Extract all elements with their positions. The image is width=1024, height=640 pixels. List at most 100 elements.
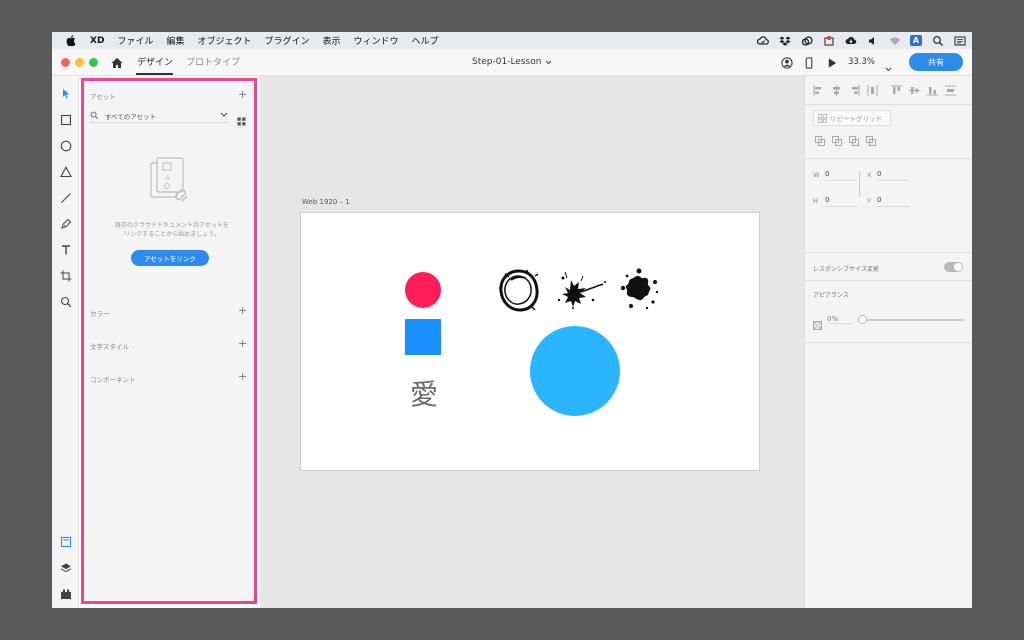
chevron-down-icon xyxy=(546,60,552,64)
assets-panel-icon[interactable] xyxy=(59,535,72,548)
pink-circle-shape[interactable] xyxy=(405,272,441,308)
pen-tool-icon[interactable] xyxy=(59,217,72,230)
menu-help[interactable]: ヘルプ xyxy=(412,34,439,47)
x-field[interactable]: 0 xyxy=(877,170,909,181)
boolean-exclude-icon[interactable] xyxy=(866,136,876,146)
add-component-plus-icon[interactable]: + xyxy=(238,371,247,382)
spotlight-search-icon[interactable] xyxy=(931,35,944,47)
design-canvas[interactable]: Web 1920 – 1 愛 xyxy=(260,76,804,608)
align-middle-icon[interactable] xyxy=(909,85,920,96)
blue-square-shape[interactable] xyxy=(405,319,441,355)
distribute-vertical-icon[interactable] xyxy=(945,85,956,96)
menu-app-xd[interactable]: XD xyxy=(90,36,104,46)
opacity-field[interactable]: 0% xyxy=(827,315,853,324)
apple-icon[interactable] xyxy=(64,34,78,48)
input-source-icon[interactable]: A xyxy=(910,35,922,46)
line-tool-icon[interactable] xyxy=(59,191,72,204)
artboard-name[interactable]: Web 1920 – 1 xyxy=(302,198,350,206)
menu-window[interactable]: ウィンドウ xyxy=(354,34,399,47)
distribute-horizontal-icon[interactable] xyxy=(867,85,878,96)
tool-bar xyxy=(52,76,79,608)
device-preview-icon[interactable] xyxy=(802,56,815,69)
ink-ring-brush-graphic[interactable] xyxy=(497,268,541,314)
large-blue-circle-shape[interactable] xyxy=(530,326,620,416)
kanji-text-layer[interactable]: 愛 xyxy=(406,373,442,413)
monitor-alert-icon[interactable] xyxy=(822,35,835,47)
align-left-icon[interactable] xyxy=(813,85,824,96)
align-bottom-icon[interactable] xyxy=(927,85,938,96)
play-preview-icon[interactable] xyxy=(825,56,838,69)
artboard[interactable]: 愛 xyxy=(300,212,760,471)
user-account-icon[interactable] xyxy=(780,56,793,69)
inspector-divider xyxy=(805,342,972,343)
align-top-icon[interactable] xyxy=(891,85,902,96)
align-center-horizontal-icon[interactable] xyxy=(831,85,842,96)
add-color-plus-icon[interactable]: + xyxy=(238,305,247,316)
menu-edit[interactable]: 編集 xyxy=(166,34,184,47)
search-icon xyxy=(90,111,99,120)
document-title-menu[interactable]: Step-01-Lesson xyxy=(472,57,552,67)
y-field[interactable]: 0 xyxy=(877,196,909,207)
width-field[interactable]: 0 xyxy=(825,170,857,181)
tab-design[interactable]: デザイン xyxy=(137,55,173,68)
zoom-level[interactable]: 33.3% xyxy=(848,57,875,67)
assets-panel: アセット + すべてのアセット A 既存のクラウドドキュメントのアセットを リン… xyxy=(81,78,257,604)
boolean-subtract-icon[interactable] xyxy=(832,136,842,146)
opacity-slider-handle[interactable] xyxy=(858,315,867,324)
ink-splatter-graphic[interactable] xyxy=(553,270,609,312)
cloud-download-icon[interactable] xyxy=(844,35,857,47)
align-right-icon[interactable] xyxy=(849,85,860,96)
assets-search-input[interactable]: すべてのアセット xyxy=(90,109,228,123)
menu-file[interactable]: ファイル xyxy=(117,34,153,47)
menu-object[interactable]: オブジェクト xyxy=(197,34,251,47)
boolean-add-icon[interactable] xyxy=(815,136,825,146)
opacity-slider-track[interactable] xyxy=(860,319,963,321)
polygon-tool-icon[interactable] xyxy=(59,165,72,178)
responsive-resize-toggle[interactable] xyxy=(944,262,963,272)
link-assets-button[interactable]: アセットをリンク xyxy=(131,250,209,266)
section-components: コンポーネント xyxy=(90,376,136,384)
add-asset-plus-icon[interactable]: + xyxy=(238,89,247,100)
add-character-style-plus-icon[interactable]: + xyxy=(238,338,247,349)
repeat-grid-button[interactable]: リピートグリッド xyxy=(813,110,891,126)
wifi-icon[interactable] xyxy=(888,35,901,47)
select-tool-icon[interactable] xyxy=(59,87,72,100)
layers-panel-icon[interactable] xyxy=(59,561,72,574)
zoom-chevron-down-icon[interactable] xyxy=(885,57,892,76)
ink-blot-graphic[interactable] xyxy=(617,268,661,312)
section-character-styles: 文字スタイル xyxy=(90,343,129,351)
boolean-intersect-icon[interactable] xyxy=(849,136,859,146)
volume-icon[interactable] xyxy=(866,35,879,47)
close-window-button[interactable] xyxy=(61,58,70,67)
tab-prototype[interactable]: プロトタイプ xyxy=(186,55,240,68)
repeat-grid-icon xyxy=(818,114,827,123)
linked-documents-illustration-icon: A xyxy=(148,157,194,209)
filter-chevron-down-icon[interactable] xyxy=(220,112,228,118)
inspector-divider xyxy=(805,104,972,105)
zoom-tool-icon[interactable] xyxy=(59,295,72,308)
home-icon[interactable] xyxy=(110,55,124,69)
grid-view-icon[interactable] xyxy=(237,111,246,126)
align-toolbar xyxy=(813,85,963,96)
menu-plugins[interactable]: プラグイン xyxy=(264,34,309,47)
section-colors: カラー xyxy=(90,310,110,318)
zoom-window-button[interactable] xyxy=(89,58,98,67)
minimize-window-button[interactable] xyxy=(75,58,84,67)
ellipse-tool-icon[interactable] xyxy=(59,139,72,152)
artboard-tool-icon[interactable] xyxy=(59,269,72,282)
rectangle-tool-icon[interactable] xyxy=(59,113,72,126)
plugins-panel-icon[interactable] xyxy=(59,587,72,600)
responsive-resize-label: レスポンシブサイズ変更 xyxy=(813,266,879,273)
y-label: Y xyxy=(867,197,871,205)
aspect-lock-icon[interactable] xyxy=(859,171,862,197)
share-button[interactable]: 共有 xyxy=(909,53,963,71)
notification-center-icon[interactable] xyxy=(953,35,966,47)
menu-view[interactable]: 表示 xyxy=(322,34,340,47)
opacity-checker-icon xyxy=(813,315,822,330)
cloud-sync-icon[interactable] xyxy=(756,35,769,47)
height-field[interactable]: 0 xyxy=(825,196,857,207)
dropbox-icon[interactable] xyxy=(778,35,791,47)
text-tool-icon[interactable] xyxy=(59,243,72,256)
creative-cloud-icon[interactable] xyxy=(800,35,813,47)
appearance-section-label: アピアランス xyxy=(813,292,849,299)
